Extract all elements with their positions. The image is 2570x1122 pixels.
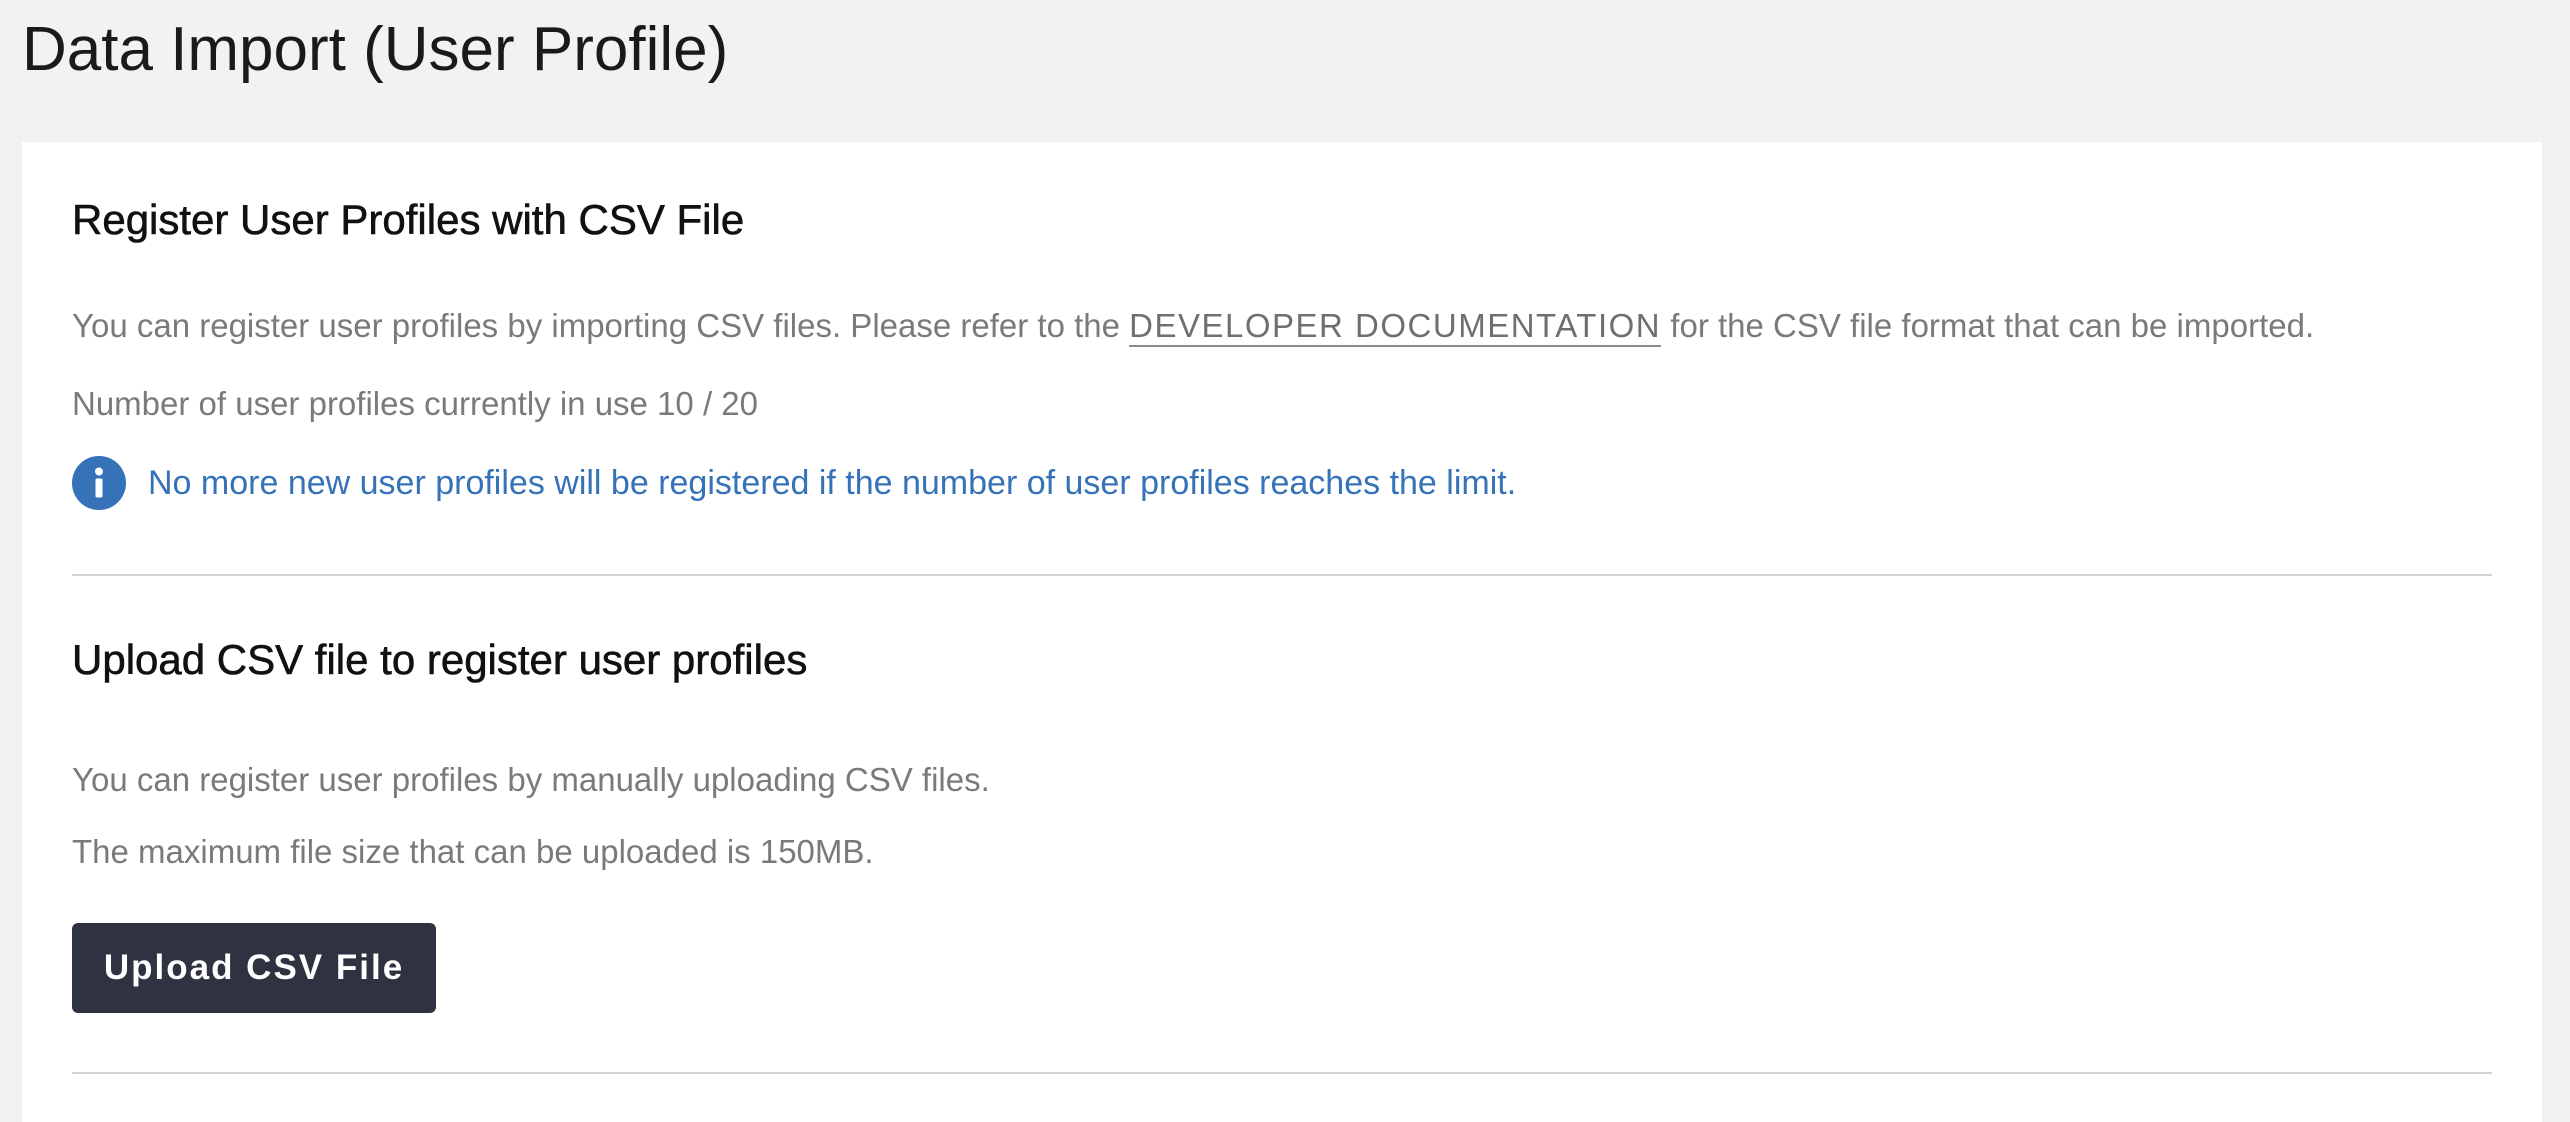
register-description-text: You can register user profiles by import… [72,307,1130,344]
usage-count-text: Number of user profiles currently in use… [72,385,758,422]
page-title: Data Import (User Profile) [22,15,729,84]
upload-section: Upload CSV file to register user profile… [72,632,2492,688]
upload-description: You can register user profiles by manual… [72,758,2492,802]
register-description-text-end: for the CSV file format that can be impo… [1661,307,2315,344]
developer-documentation-link[interactable]: DEVELOPER DOCUMENTATION [1129,307,1662,347]
info-icon [72,456,126,510]
usage-count: Number of user profiles currently in use… [72,382,2492,426]
register-section-heading: Register User Profiles with CSV File [72,196,745,244]
upload-section-heading: Upload CSV file to register user profile… [72,636,808,684]
max-file-size-text: The maximum file size that can be upload… [72,833,874,870]
section-divider [72,574,2492,576]
bottom-divider [72,1072,2492,1074]
register-description: You can register user profiles by import… [72,304,2492,348]
upload-description-text: You can register user profiles by manual… [72,761,990,798]
register-section: Register User Profiles with CSV File [72,192,2492,248]
import-card: Register User Profiles with CSV File You… [22,142,2542,1122]
max-file-size: The maximum file size that can be upload… [72,830,2492,874]
limit-info-text: No more new user profiles will be regist… [148,464,1517,502]
limit-info-notice: No more new user profiles will be regist… [72,456,2492,510]
upload-csv-file-button[interactable]: Upload CSV File [72,923,436,1013]
